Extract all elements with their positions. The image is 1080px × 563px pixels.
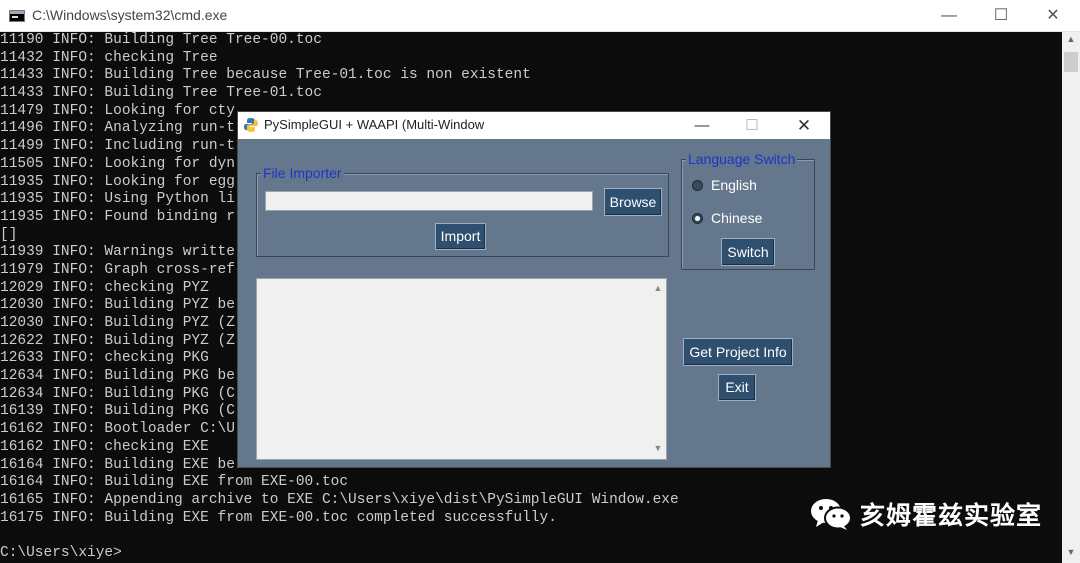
- switch-button[interactable]: Switch: [721, 238, 775, 266]
- language-switch-label: Language Switch: [686, 151, 798, 167]
- radio-chinese-button[interactable]: [692, 212, 703, 224]
- psg-maximize-button[interactable]: ☐: [728, 112, 776, 139]
- radio-english-button[interactable]: [692, 179, 703, 191]
- console-line: 16175 INFO: Building EXE from EXE-00.toc…: [0, 509, 557, 526]
- scroll-down-arrow-icon[interactable]: ▼: [1062, 547, 1080, 561]
- output-scroll-down-icon[interactable]: ▼: [652, 443, 664, 455]
- psg-minimize-button[interactable]: —: [678, 112, 726, 139]
- watermark-text: 亥姆霍兹实验室: [860, 501, 1043, 530]
- radio-english[interactable]: English: [692, 177, 757, 193]
- console-line: 11432 INFO: checking Tree: [0, 49, 218, 66]
- cmd-scrollbar[interactable]: ▲ ▼: [1062, 32, 1080, 563]
- exit-button[interactable]: Exit: [718, 374, 756, 401]
- cmd-title-bar[interactable]: C:\Windows\system32\cmd.exe — ☐ ✕: [0, 0, 1080, 32]
- file-importer-label: File Importer: [261, 165, 344, 181]
- cmd-app-icon: [9, 10, 25, 22]
- radio-english-label: English: [711, 177, 757, 193]
- psg-window-title: PySimpleGUI + WAAPI (Multi-Window: [264, 117, 485, 132]
- browse-button[interactable]: Browse: [604, 188, 662, 216]
- pysimplegui-window: PySimpleGUI + WAAPI (Multi-Window — ☐ ✕ …: [237, 111, 831, 468]
- console-line: 11433 INFO: Building Tree because Tree-0…: [0, 67, 531, 84]
- cmd-minimize-button[interactable]: —: [926, 0, 972, 31]
- scroll-up-arrow-icon[interactable]: ▲: [1062, 34, 1080, 48]
- output-scroll-up-icon[interactable]: ▲: [652, 283, 664, 295]
- cmd-maximize-button[interactable]: ☐: [978, 0, 1024, 31]
- cmd-window-title: C:\Windows\system32\cmd.exe: [32, 7, 228, 23]
- console-line: 16164 INFO: Building EXE from EXE-00.toc: [0, 474, 349, 491]
- cmd-close-button[interactable]: ✕: [1030, 0, 1076, 31]
- psg-title-bar[interactable]: PySimpleGUI + WAAPI (Multi-Window — ☐ ✕: [238, 112, 830, 139]
- radio-chinese[interactable]: Chinese: [692, 210, 762, 226]
- psg-close-button[interactable]: ✕: [780, 112, 828, 139]
- console-line: 11433 INFO: Building Tree Tree-01.toc: [0, 85, 322, 102]
- console-line: 11190 INFO: Building Tree Tree-00.toc: [0, 32, 322, 48]
- console-line: C:\Users\xiye>: [0, 544, 122, 561]
- file-path-input[interactable]: [265, 191, 593, 211]
- import-button[interactable]: Import: [435, 223, 486, 250]
- output-multiline[interactable]: ▲ ▼: [256, 278, 667, 460]
- get-project-info-button[interactable]: Get Project Info: [683, 338, 793, 366]
- scroll-thumb[interactable]: [1064, 52, 1078, 72]
- watermark: 亥姆霍兹实验室: [810, 494, 1042, 534]
- wechat-icon: [811, 499, 852, 530]
- radio-chinese-label: Chinese: [711, 210, 763, 226]
- console-line: 16165 INFO: Appending archive to EXE C:\…: [0, 491, 679, 508]
- python-logo-icon: [244, 118, 258, 132]
